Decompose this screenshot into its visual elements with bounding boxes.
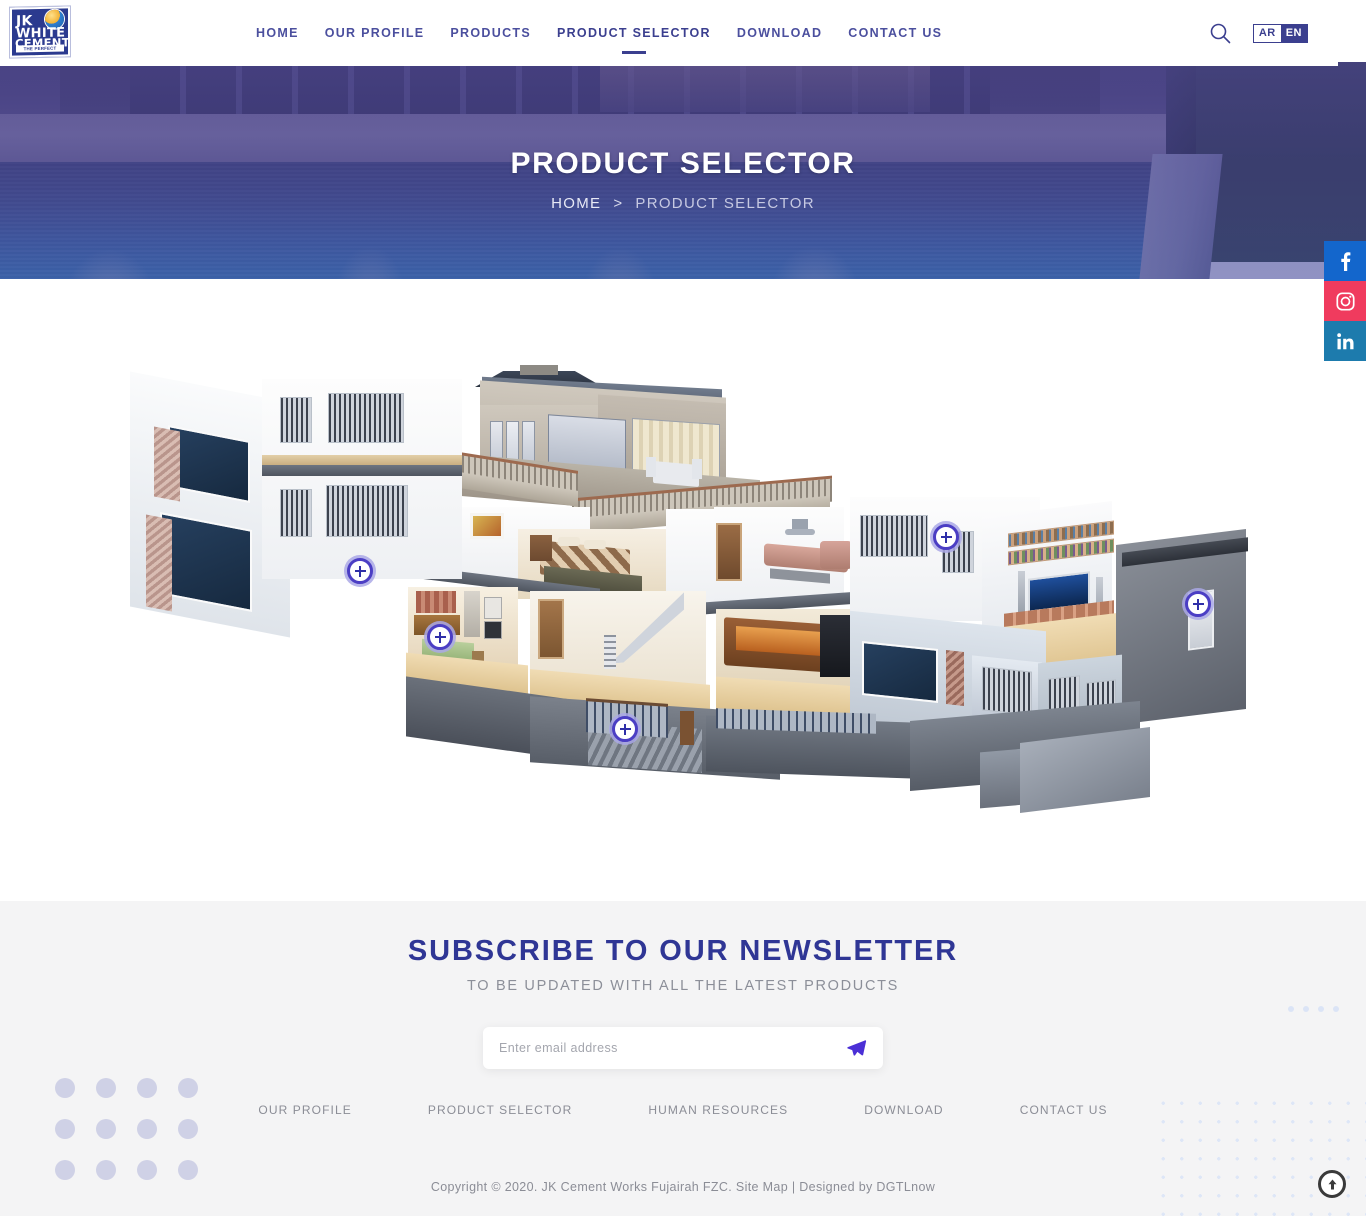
nav-item-contact-us[interactable]: CONTACT US — [835, 26, 955, 40]
nav-item-home[interactable]: HOME — [243, 26, 312, 40]
breadcrumb: HOME > PRODUCT SELECTOR — [551, 195, 815, 212]
arrow-up-icon — [1328, 1179, 1336, 1189]
house-cutaway-render — [120, 359, 1250, 839]
language-option-en[interactable]: EN — [1280, 24, 1307, 42]
hotspot-1[interactable] — [347, 558, 373, 584]
paper-plane-icon — [847, 1040, 867, 1056]
hotspot-5[interactable] — [1185, 591, 1211, 617]
language-option-ar[interactable]: AR — [1253, 24, 1281, 42]
breadcrumb-separator: > — [613, 195, 624, 212]
breadcrumb-current: PRODUCT SELECTOR — [635, 195, 815, 212]
language-switcher[interactable]: AR EN — [1252, 23, 1308, 43]
footer-links: OUR PROFILE PRODUCT SELECTOR HUMAN RESOU… — [0, 1103, 1366, 1117]
hero-banner: PRODUCT SELECTOR HOME > PRODUCT SELECTOR — [0, 62, 1366, 279]
breadcrumb-home[interactable]: HOME — [551, 195, 601, 212]
nav-item-our-profile[interactable]: OUR PROFILE — [312, 26, 438, 40]
linkedin-icon[interactable] — [1324, 321, 1366, 361]
newsletter-submit-button[interactable] — [845, 1037, 867, 1059]
page-title: PRODUCT SELECTOR — [510, 147, 856, 180]
email-input[interactable] — [499, 1041, 845, 1055]
main-nav: HOME OUR PROFILE PRODUCTS PRODUCT SELECT… — [243, 0, 955, 66]
footer-link-our-profile[interactable]: OUR PROFILE — [220, 1103, 389, 1117]
footer-link-contact-us[interactable]: CONTACT US — [982, 1103, 1146, 1117]
copyright-text: Copyright © 2020. JK Cement Works Fujair… — [430, 1180, 936, 1194]
hotspot-2[interactable] — [427, 624, 453, 650]
logo-tagline: THE PERFECT WHITE — [16, 44, 64, 58]
newsletter-section: SUBSCRIBE TO OUR NEWSLETTER TO BE UPDATE… — [0, 901, 1366, 1069]
newsletter-subtitle: TO BE UPDATED WITH ALL THE LATEST PRODUC… — [466, 978, 900, 994]
newsletter-form — [483, 1027, 883, 1069]
scroll-to-top-button[interactable] — [1318, 1170, 1346, 1198]
site-logo[interactable]: JK WHITE CEMENT THE PERFECT WHITE — [9, 5, 71, 59]
header-actions: AR EN — [1209, 0, 1308, 66]
nav-item-product-selector[interactable]: PRODUCT SELECTOR — [544, 26, 724, 40]
facebook-icon[interactable] — [1324, 241, 1366, 281]
newsletter-title: SUBSCRIBE TO OUR NEWSLETTER — [407, 935, 959, 967]
footer-link-product-selector[interactable]: PRODUCT SELECTOR — [390, 1103, 611, 1117]
social-rail — [1324, 241, 1366, 361]
product-selector-stage — [0, 279, 1366, 901]
page-root: JK WHITE CEMENT THE PERFECT WHITE HOME O… — [0, 0, 1366, 1216]
search-icon[interactable] — [1209, 22, 1231, 44]
hotspot-3[interactable] — [612, 716, 638, 742]
hotspot-4[interactable] — [933, 524, 959, 550]
decorative-dots-top-right — [1288, 1006, 1339, 1012]
footer-link-human-resources[interactable]: HUMAN RESOURCES — [610, 1103, 826, 1117]
logo-badge: JK WHITE CEMENT THE PERFECT WHITE — [9, 5, 71, 59]
site-header: JK WHITE CEMENT THE PERFECT WHITE HOME O… — [0, 0, 1338, 66]
nav-item-download[interactable]: DOWNLOAD — [724, 26, 835, 40]
hero-content: PRODUCT SELECTOR HOME > PRODUCT SELECTOR — [0, 62, 1366, 279]
instagram-icon[interactable] — [1324, 281, 1366, 321]
nav-item-products[interactable]: PRODUCTS — [437, 26, 544, 40]
footer-link-download[interactable]: DOWNLOAD — [826, 1103, 981, 1117]
house-illustration — [120, 359, 1250, 839]
